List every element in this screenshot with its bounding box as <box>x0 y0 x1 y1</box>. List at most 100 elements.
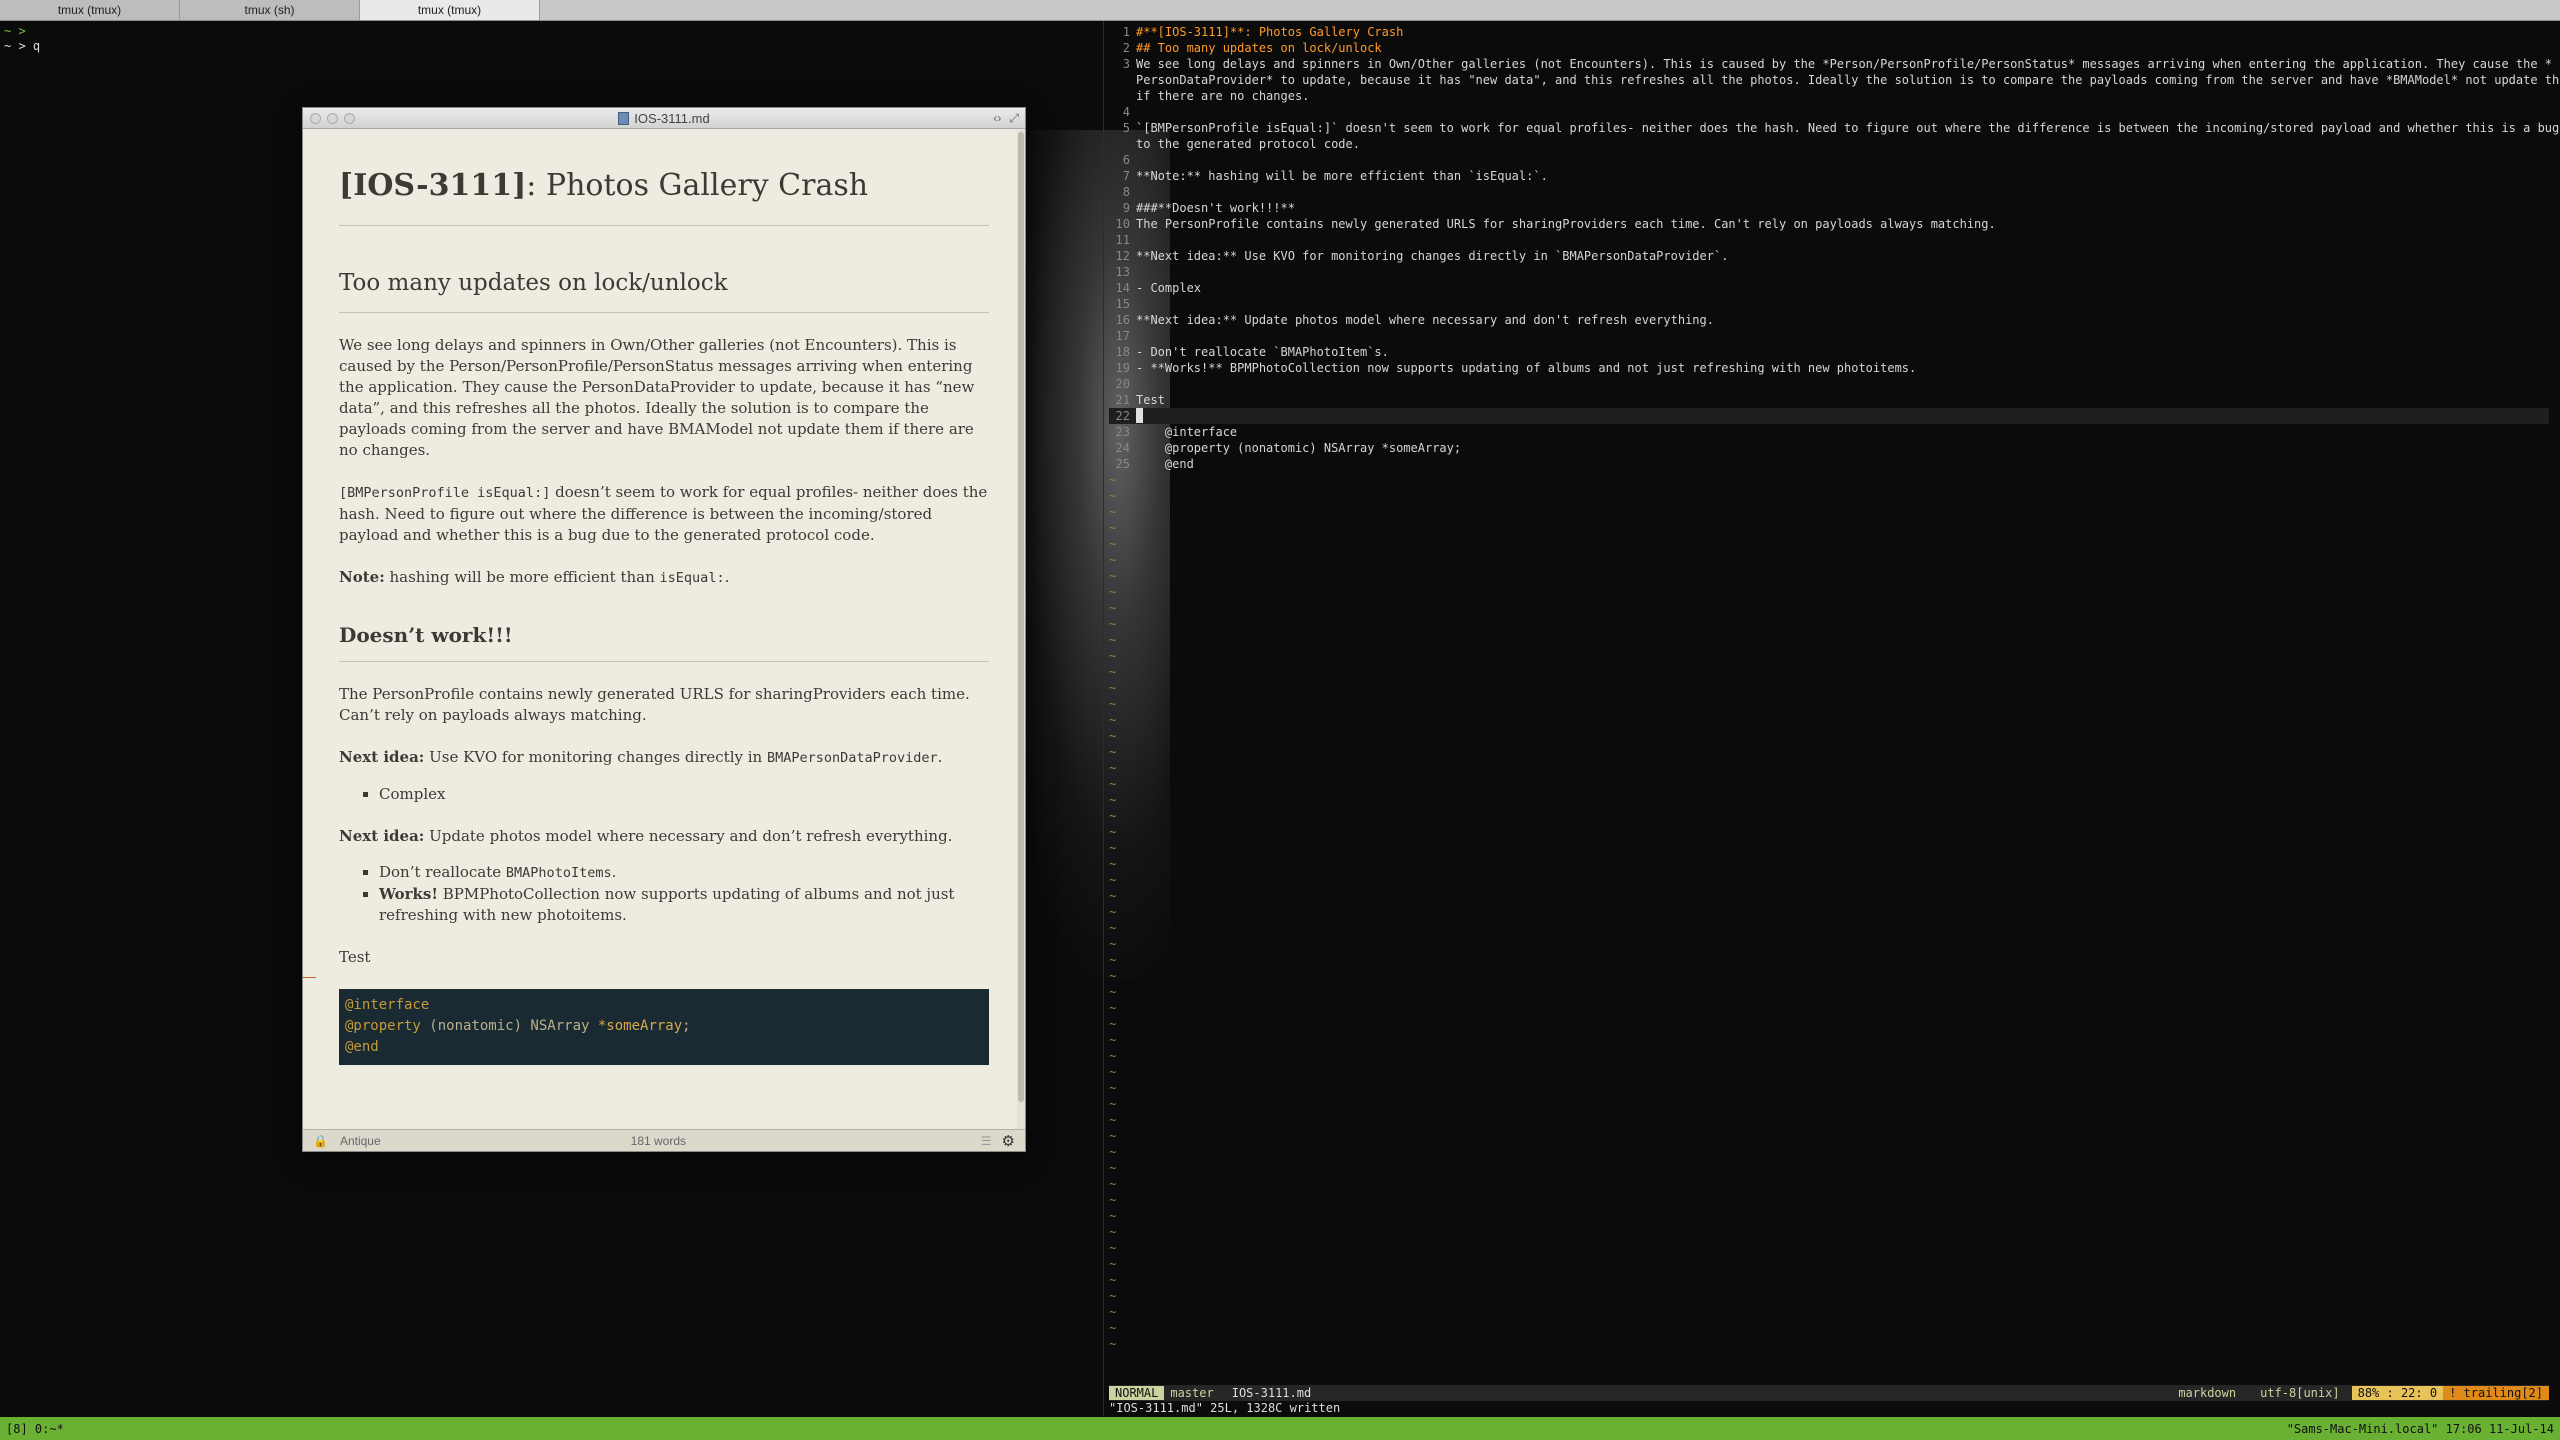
shell-pane[interactable]: ~ > ~ > q <box>4 24 40 54</box>
vim-line[interactable]: 1 #**[IOS-3111]**: Photos Gallery Crash <box>1109 24 2560 40</box>
code-block: @interface @property (nonatomic) NSArray… <box>339 989 989 1065</box>
empty-line-tilde: ~ <box>1109 745 1117 759</box>
empty-line-tilde: ~ <box>1109 505 1117 519</box>
vim-line[interactable]: 25 @end <box>1109 456 2560 472</box>
list-item: Complex <box>379 784 989 805</box>
line-text: ## Too many updates on lock/unlock <box>1136 41 1382 55</box>
line-number: 22 <box>1115 409 1130 423</box>
preview-content: [IOS-3111]: Photos Gallery Crash Too man… <box>339 168 989 1065</box>
vim-line[interactable]: 16 **Next idea:** Update photos model whe… <box>1109 312 2560 328</box>
line-number <box>1109 72 1136 88</box>
tmux-statusbar: [8] 0:~* "Sams-Mac-Mini.local" 17:06 11-… <box>0 1417 2560 1440</box>
line-number: 15 <box>1115 297 1130 311</box>
line-number: 14 <box>1115 281 1130 295</box>
window-titlebar[interactable]: IOS-3111.md ‹› ⤢ <box>303 108 1025 129</box>
paragraph: [BMPersonProfile isEqual:] doesn’t seem … <box>339 483 988 544</box>
line-text: - Complex <box>1136 281 1202 295</box>
marked-preview-window[interactable]: IOS-3111.md ‹› ⤢ [IOS-3111]: Photos Gall… <box>302 107 1026 1152</box>
empty-line-tilde: ~ <box>1109 1305 1117 1319</box>
vim-line[interactable]: 3 We see long delays and spinners in Own/… <box>1109 56 2560 72</box>
line-number: 18 <box>1115 345 1130 359</box>
empty-line-tilde: ~ <box>1109 1321 1117 1335</box>
empty-line-tilde: ~ <box>1109 777 1117 791</box>
tab-bar: tmux (tmux) tmux (sh) tmux (tmux) <box>0 0 2560 21</box>
vim-line[interactable]: PersonDataProvider* to update, because i… <box>1109 72 2560 88</box>
theme-name[interactable]: Antique <box>340 1134 381 1148</box>
vim-line[interactable]: 23 @interface <box>1109 424 2560 440</box>
line-number: 21 <box>1115 393 1130 407</box>
lock-icon[interactable]: 🔒 <box>313 1134 328 1148</box>
line-text: if there are no changes. <box>1136 89 1310 103</box>
vim-line[interactable]: 14 - Complex <box>1109 280 2560 296</box>
empty-line-tilde: ~ <box>1109 537 1117 551</box>
line-text: The PersonProfile contains newly generat… <box>1136 217 1996 231</box>
vim-message: "IOS-3111.md" 25L, 1328C written <box>1109 1401 1341 1415</box>
line-number: 20 <box>1115 377 1130 391</box>
tab-tmux-1[interactable]: tmux (tmux) <box>0 0 180 20</box>
line-text: - **Works!** BPMPhotoCollection now supp… <box>1136 361 1917 375</box>
gear-icon[interactable]: ⚙ <box>1002 1132 1015 1150</box>
vim-line[interactable]: 13 <box>1109 264 2560 280</box>
vim-line[interactable]: 18 - Don't reallocate `BMAPhotoItem`s. <box>1109 344 2560 360</box>
paragraph: Next idea: Update photos model where nec… <box>339 827 953 845</box>
line-number: 6 <box>1122 153 1130 167</box>
section-heading: Too many updates on lock/unlock <box>339 270 989 313</box>
vim-line[interactable]: 15 <box>1109 296 2560 312</box>
titlebar-tools: ‹› ⤢ <box>993 111 1019 126</box>
line-number: 2 <box>1122 41 1130 55</box>
vim-line[interactable]: 9 ###**Doesn't work!!!** <box>1109 200 2560 216</box>
bullet-list: Complex <box>379 784 989 805</box>
vim-line[interactable]: 2 ## Too many updates on lock/unlock <box>1109 40 2560 56</box>
minimize-button[interactable] <box>327 113 338 124</box>
vim-line[interactable]: 8 <box>1109 184 2560 200</box>
vim-editor[interactable]: 1 #**[IOS-3111]**: Photos Gallery Crash 2 #… <box>1109 24 2560 1352</box>
close-button[interactable] <box>310 113 321 124</box>
paragraph: Note: hashing will be more efficient tha… <box>339 568 730 586</box>
vim-line[interactable]: to the generated protocol code. <box>1109 136 2560 152</box>
vim-line[interactable]: 20 <box>1109 376 2560 392</box>
empty-line-tilde: ~ <box>1109 569 1117 583</box>
vim-line[interactable]: 21 Test <box>1109 392 2560 408</box>
git-branch: master <box>1170 1386 1214 1400</box>
tab-tmux-sh[interactable]: tmux (sh) <box>180 0 360 20</box>
vim-line[interactable]: 22 <box>1109 408 2549 424</box>
paragraph: Test <box>339 948 371 966</box>
vim-line[interactable]: 4 <box>1109 104 2560 120</box>
empty-line-tilde: ~ <box>1109 1193 1117 1207</box>
tmux-window-list[interactable]: [8] 0:~* <box>6 1422 64 1436</box>
vim-line[interactable]: 5 `[BMPersonProfile isEqual:]` doesn't se… <box>1109 120 2560 136</box>
line-text: **Next idea:** Update photos model where… <box>1136 313 1714 327</box>
vim-line[interactable]: 24 @property (nonatomic) NSArray *someAr… <box>1109 440 2560 456</box>
empty-line-tilde: ~ <box>1109 1225 1117 1239</box>
empty-line-tilde: ~ <box>1109 857 1117 871</box>
line-text: @property (nonatomic) NSArray *someArray… <box>1136 441 1462 455</box>
vim-line[interactable]: 11 <box>1109 232 2560 248</box>
vim-line[interactable]: 17 <box>1109 328 2560 344</box>
zoom-button[interactable] <box>344 113 355 124</box>
line-number <box>1109 88 1136 104</box>
empty-line-tilde: ~ <box>1109 1257 1117 1271</box>
line-number: 13 <box>1115 265 1130 279</box>
line-number: 23 <box>1115 425 1130 439</box>
preview-scrollbar[interactable] <box>1017 130 1025 1130</box>
pane-divider[interactable] <box>1103 21 1104 1416</box>
vim-line[interactable]: 10 The PersonProfile contains newly gener… <box>1109 216 2560 232</box>
vim-line[interactable]: if there are no changes. <box>1109 88 2560 104</box>
vim-line[interactable]: 12 **Next idea:** Use KVO for monitoring … <box>1109 248 2560 264</box>
empty-line-tilde: ~ <box>1109 521 1117 535</box>
source-code-icon[interactable]: ‹› <box>993 111 1001 126</box>
line-text: We see long delays and spinners in Own/O… <box>1136 57 2553 71</box>
line-text: @interface <box>1136 425 1238 439</box>
vim-line[interactable]: 7 **Note:** hashing will be more efficien… <box>1109 168 2560 184</box>
vim-line[interactable]: 6 <box>1109 152 2560 168</box>
scroll-marker <box>302 977 316 978</box>
empty-line-tilde: ~ <box>1109 633 1117 647</box>
empty-line-tilde: ~ <box>1109 489 1117 503</box>
outline-icon[interactable]: ☰ <box>981 1134 992 1148</box>
tab-tmux-2[interactable]: tmux (tmux) <box>360 0 540 20</box>
empty-line-tilde: ~ <box>1109 1177 1117 1191</box>
empty-line-tilde: ~ <box>1109 697 1117 711</box>
vim-line[interactable]: 19 - **Works!** BPMPhotoCollection now su… <box>1109 360 2560 376</box>
fullscreen-icon[interactable]: ⤢ <box>1009 111 1019 126</box>
vim-filetype: markdown <box>2178 1386 2237 1400</box>
